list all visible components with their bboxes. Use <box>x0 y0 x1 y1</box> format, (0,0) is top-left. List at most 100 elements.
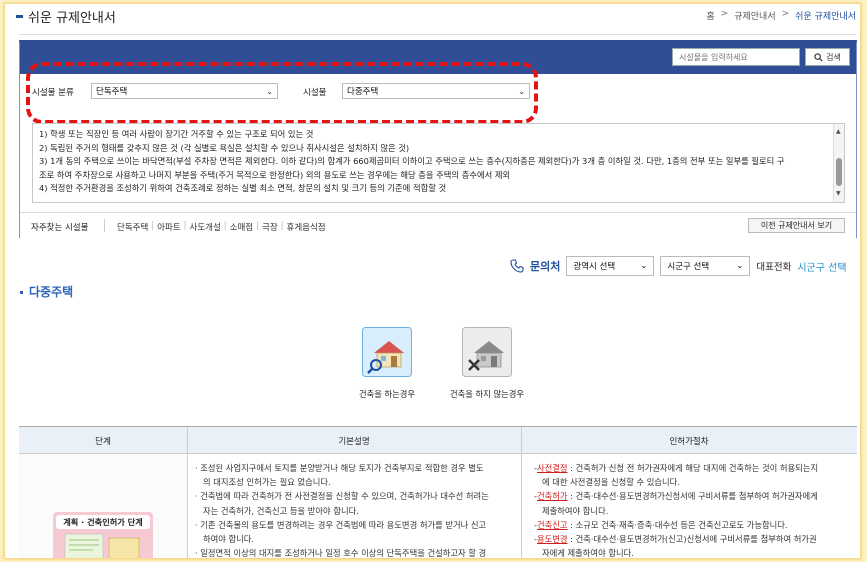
page-frame: 쉬운 규제안내서 홈 > 규제안내서 > 쉬운 규제안내서 검색 시설물 분류 … <box>4 3 861 559</box>
procedure-term-link[interactable]: 건축신고 <box>537 520 568 530</box>
basic-line: · 일정면적 이상의 대지를 조성하거나 일정 호수 이상의 단독주택을 건설하… <box>195 548 487 559</box>
breadcrumb-home[interactable]: 홈 <box>706 9 714 22</box>
chevron-down-icon: ⌄ <box>736 261 744 271</box>
category-select[interactable]: 단독주택 ⌄ <box>91 83 278 99</box>
procedure-list: -사전결정 : 건축허가 신청 전 허가권자에게 해당 대지에 건축하는 것이 … <box>534 461 854 559</box>
breadcrumb-guide[interactable]: 규제안내서 <box>734 9 775 22</box>
frequent-label: 자주찾는 시설물 <box>31 223 89 233</box>
procedure-text-cont: 에 대한 사전결정을 신청할 수 있습니다. <box>542 477 680 488</box>
procedure-text: : 건축·대수선·용도변경허가(신고)신청서에 구비서류를 첨부하여 허가권 <box>567 534 817 545</box>
category-label: 시설물 분류 <box>32 88 74 98</box>
column-divider <box>187 427 188 558</box>
frequent-item[interactable]: 단독주택 <box>114 221 151 233</box>
stage-image-text: 계획 · 건축인허가 단계 <box>63 517 142 527</box>
description-line: 조로 하여 주차장으로 사용하고 나머지 부분을 주택(주거 목적으로 한정한다… <box>39 169 511 180</box>
district-select[interactable]: 시군구 선택 ⌄ <box>660 256 751 276</box>
procedure-item: -건축신고 : 소규모 건축·재축·증축·대수선 등은 건축신고로도 가능합니다… <box>534 519 788 530</box>
chevron-down-icon: ⌄ <box>640 261 648 271</box>
basic-description: · 조성된 사업지구에서 토지를 분양받거나 해당 토지가 건축부지로 적합한 … <box>195 461 515 559</box>
procedure-text: : 건축허가 신청 전 허가권자에게 해당 대지에 건축하는 것이 허용되는지 <box>567 463 819 473</box>
choice-build-label: 건축을 하는경우 <box>358 389 416 399</box>
breadcrumb: 홈 > 규제안내서 > 쉬운 규제안내서 <box>706 9 856 22</box>
facility-select[interactable]: 다중주택 ⌄ <box>342 83 530 99</box>
search-icon <box>814 52 823 62</box>
description-line: 4) 적정한 주거환경을 조성하기 위하여 건축조례로 정하는 실별 최소 면적… <box>39 183 447 194</box>
table-header-basic: 기본설명 <box>338 437 370 447</box>
choice-no-build[interactable]: 건축을 하지 않는경우 <box>442 327 532 400</box>
table-header-stage: 단계 <box>95 437 111 447</box>
search-input[interactable] <box>672 48 800 66</box>
scroll-thumb[interactable] <box>836 158 842 186</box>
procedure-term-link[interactable]: 사전결정 <box>537 463 568 473</box>
basic-line: · 건축법에 따라 건축허가 전 사전결정을 신청할 수 있으며, 건축허가나 … <box>195 491 489 502</box>
scrollbar[interactable]: ▲ ▼ <box>833 124 844 202</box>
bullet-icon <box>20 291 23 294</box>
facility-label: 시설물 <box>303 88 327 98</box>
procedure-term-link[interactable]: 건축허가 <box>537 491 568 501</box>
header: 쉬운 규제안내서 홈 > 규제안내서 > 쉬운 규제안내서 <box>5 4 860 28</box>
title-marker <box>16 15 23 18</box>
description-line: 1) 학생 또는 직장인 등 여러 사람이 장기간 거주할 수 있는 구조로 되… <box>39 129 314 139</box>
search-bar: 검색 <box>20 43 856 74</box>
procedure-text: : 건축·대수선·용도변경허가신청서에 구비서류를 첨부하여 허가권자에게 <box>567 491 818 502</box>
frequent-facilities-bar: 자주찾는 시설물 단독주택 | 아파트 | 사도개설 | 소매점 | 극장 | 휴게음식점… <box>20 212 856 238</box>
scroll-down-icon[interactable]: ▼ <box>836 187 841 201</box>
procedure-item: -건축허가 : 건축·대수선·용도변경허가신청서에 구비서류를 첨부하여 허가권… <box>534 491 818 502</box>
contact-row: 문의처 광역시 선택 ⌄ 시군구 선택 ⌄ 대표전화 시군구 선택 <box>510 256 847 276</box>
description-line: 3) 1개 동의 주택으로 쓰이는 바닥면적(부설 주차장 면적은 제외한다. … <box>39 156 785 167</box>
frequent-item[interactable]: 휴게음식점 <box>284 221 329 233</box>
procedure-text-cont: 자에게 제출하여야 합니다. <box>542 548 634 559</box>
frequent-item[interactable]: 사도개설 <box>187 221 224 233</box>
house-search-icon <box>362 327 412 377</box>
title-divider <box>19 34 857 35</box>
frequent-item[interactable]: 아파트 <box>154 221 183 233</box>
procedure-table: 단계 기본설명 인허가절차 계획 · 건축인허가 단계 · 조성된 사업지구에서… <box>19 426 857 559</box>
breadcrumb-separator: > <box>781 9 790 19</box>
province-select-value: 광역시 선택 <box>573 262 616 272</box>
province-select[interactable]: 광역시 선택 ⌄ <box>566 256 655 276</box>
stage-cell: 계획 · 건축인허가 단계 <box>19 454 187 558</box>
house-cancel-icon <box>462 327 512 377</box>
choice-no-build-label: 건축을 하지 않는경우 <box>450 389 524 399</box>
basic-line: 하여야 합니다. <box>203 534 255 545</box>
breadcrumb-separator: > <box>720 9 729 19</box>
procedure-text: : 소규모 건축·재축·증축·대수선 등은 건축신고로도 가능합니다. <box>567 519 788 530</box>
procedure-item: -사전결정 : 건축허가 신청 전 허가권자에게 해당 대지에 건축하는 것이 … <box>534 463 819 473</box>
table-header-procedure: 인허가절차 <box>669 437 709 447</box>
contact-title: 문의처 <box>530 260 561 273</box>
search-button-label: 검색 <box>826 52 841 62</box>
procedure-term-link[interactable]: 용도변경 <box>537 534 568 544</box>
breadcrumb-current[interactable]: 쉬운 규제안내서 <box>795 9 856 22</box>
chevron-down-icon: ⌄ <box>266 86 273 96</box>
rep-phone-label: 대표전화 <box>756 262 792 273</box>
filter-row: 시설물 분류 단독주택 ⌄ 시설물 다중주택 ⌄ <box>20 83 856 99</box>
frequent-list: 단독주택 | 아파트 | 사도개설 | 소매점 | 극장 | 휴게음식점 <box>114 221 329 233</box>
page-title: 쉬운 규제안내서 <box>28 11 116 26</box>
facility-select-value: 다중주택 <box>347 87 379 97</box>
search-panel: 검색 시설물 분류 단독주택 ⌄ 시설물 다중주택 ⌄ 1) 학생 또는 직장인… <box>19 40 857 238</box>
section-title-text: 다중주택 <box>29 285 74 299</box>
rep-phone-value: 시군구 선택 <box>797 262 847 274</box>
procedure-text-cont: 제출하여야 합니다. <box>542 505 609 516</box>
description-line: 2) 독립된 주거의 형태를 갖추지 않은 것 (각 실별로 욕실은 설치할 수… <box>39 142 410 153</box>
stage-illustration: 계획 · 건축인허가 단계 <box>53 512 153 558</box>
procedure-item: -용도변경 : 건축·대수선·용도변경허가(신고)신청서에 구비서류를 첨부하여… <box>534 534 817 545</box>
choice-build[interactable]: 건축을 하는경우 <box>342 327 432 400</box>
basic-line: · 조성된 사업지구에서 토지를 분양받거나 해당 토지가 건축부지로 적합한 … <box>195 463 484 473</box>
basic-line: 의 대지조성 인허가는 필요 없습니다. <box>203 477 331 488</box>
category-select-value: 단독주택 <box>96 87 128 97</box>
description-box: 1) 학생 또는 직장인 등 여러 사람이 장기간 거주할 수 있는 구조로 되… <box>32 123 845 203</box>
basic-line: 자는 건축허가, 건축신고 등을 받아야 합니다. <box>203 505 359 516</box>
scroll-up-icon[interactable]: ▲ <box>836 125 841 139</box>
frequent-item[interactable]: 극장 <box>259 221 281 233</box>
section-title: 다중주택 <box>20 283 73 300</box>
search-button[interactable]: 검색 <box>805 48 850 66</box>
district-select-value: 시군구 선택 <box>667 262 710 272</box>
table-header: 단계 기본설명 인허가절차 <box>19 427 857 454</box>
frequent-item[interactable]: 소매점 <box>227 221 256 233</box>
prev-guide-button[interactable]: 이전 규제안내서 보기 <box>748 218 845 233</box>
chevron-down-icon: ⌄ <box>518 86 525 96</box>
phone-icon <box>510 259 524 273</box>
basic-line: · 기존 건축물의 용도를 변경하려는 경우 건축법에 따라 용도변경 허가를 … <box>195 519 487 530</box>
column-divider <box>521 427 522 558</box>
